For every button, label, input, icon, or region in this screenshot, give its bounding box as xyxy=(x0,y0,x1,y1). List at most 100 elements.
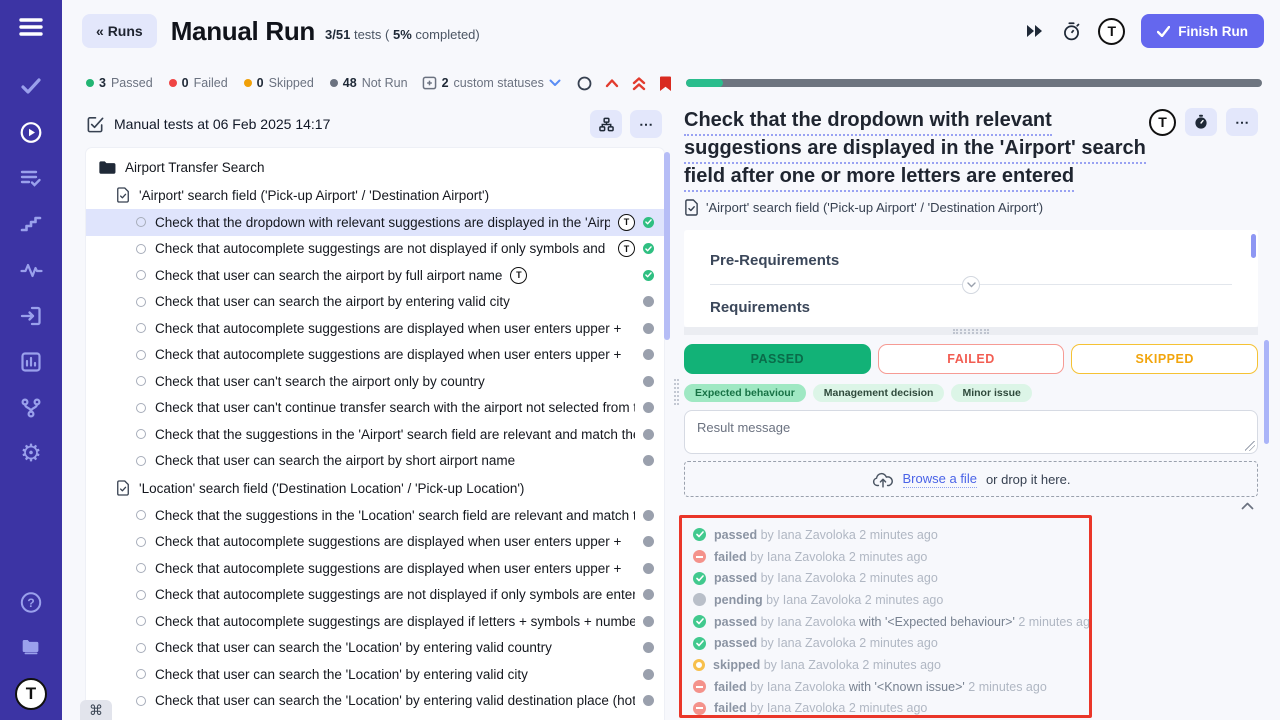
tree-test-row[interactable]: Check that autocomplete suggestions are … xyxy=(86,315,664,342)
tests-check-icon[interactable] xyxy=(19,74,43,98)
priority-normal-icon[interactable] xyxy=(577,76,592,91)
test-breadcrumb[interactable]: 'Airport' search field ('Pick-up Airport… xyxy=(684,199,1272,216)
tree-test-row[interactable]: Check that autocomplete suggestions are … xyxy=(86,342,664,369)
passed-button[interactable]: PASSED xyxy=(684,344,871,374)
history-entry[interactable]: passed by Iana Zavoloka 2 minutes ago xyxy=(693,567,1089,589)
status-dot-icon xyxy=(86,79,94,87)
app-sidebar: ⚙ ? T xyxy=(0,0,62,720)
tree-test-row[interactable]: Check that the dropdown with relevant su… xyxy=(86,209,664,236)
tree-test-row[interactable]: Check that autocomplete suggestings are … xyxy=(86,236,664,263)
test-title-line: suggestions are displayed in the 'Airpor… xyxy=(684,137,1146,164)
test-label: Check that user can search the airport b… xyxy=(155,268,502,283)
tree-test-row[interactable]: Check that user can search the 'Location… xyxy=(86,635,664,662)
tree-test-row[interactable]: Check that autocomplete suggestings are … xyxy=(86,714,664,720)
history-skipped-icon xyxy=(693,659,705,671)
tag-expected-behaviour[interactable]: Expected behaviour xyxy=(684,384,806,402)
history-entry[interactable]: skipped by Iana Zavoloka 2 minutes ago xyxy=(693,654,1089,676)
tree-test-row[interactable]: Check that user can't continue transfer … xyxy=(86,395,664,422)
test-label: Check that user can't continue transfer … xyxy=(155,400,635,415)
page-title: Manual Run xyxy=(171,16,315,47)
menu-icon[interactable] xyxy=(18,16,44,38)
resize-grip[interactable] xyxy=(684,327,1258,335)
tree-view-button[interactable] xyxy=(590,110,622,138)
run-status-bar: 3Passed0Failed0Skipped48Not Run 2 custom… xyxy=(62,66,1280,100)
history-entry[interactable]: failed by Iana Zavoloka 2 minutes ago xyxy=(693,698,1089,719)
resize-handle[interactable] xyxy=(1245,441,1255,451)
runs-play-icon[interactable] xyxy=(19,120,43,144)
progress-completed-segment xyxy=(686,79,723,87)
test-label: Check that autocomplete suggestions are … xyxy=(155,534,621,549)
project-logo[interactable]: T xyxy=(1098,18,1125,45)
file-dropzone[interactable]: Browse a file or drop it here. xyxy=(684,461,1258,497)
tree-test-row[interactable]: Check that user can't search the airport… xyxy=(86,368,664,395)
tree-test-row[interactable]: Check that autocomplete suggestions are … xyxy=(86,529,664,556)
tree-suite-row[interactable]: 'Airport' search field ('Pick-up Airport… xyxy=(86,181,664,209)
priority-blocker-icon[interactable] xyxy=(659,75,672,92)
history-entry[interactable]: failed by Iana Zavoloka with '<Known iss… xyxy=(693,676,1089,698)
back-to-runs-button[interactable]: « Runs xyxy=(82,14,157,48)
tree-test-row[interactable]: Check that the suggestions in the 'Airpo… xyxy=(86,421,664,448)
steps-icon[interactable] xyxy=(19,212,43,236)
browse-file-link[interactable]: Browse a file xyxy=(903,471,977,488)
settings-gear-icon[interactable]: ⚙ xyxy=(19,442,43,466)
skipped-button[interactable]: SKIPPED xyxy=(1071,344,1258,374)
plans-list-check-icon[interactable] xyxy=(19,166,43,190)
test-timer-button[interactable] xyxy=(1185,108,1217,136)
section-divider xyxy=(710,284,1232,285)
tag-minor-issue[interactable]: Minor issue xyxy=(951,384,1031,402)
branches-icon[interactable] xyxy=(19,396,43,420)
custom-statuses-toggle[interactable]: 2 custom statuses xyxy=(422,76,561,90)
help-icon[interactable]: ? xyxy=(19,590,43,614)
timer-icon[interactable] xyxy=(1061,21,1082,42)
automated-test-badge: T xyxy=(618,240,635,257)
tree-test-row[interactable]: Check that user can search the 'Location… xyxy=(86,661,664,688)
notrun-status-icon xyxy=(643,455,654,466)
fast-forward-icon[interactable] xyxy=(1025,23,1045,39)
status-dot-icon xyxy=(330,79,338,87)
tree-suite-row[interactable]: 'Location' search field ('Destination Lo… xyxy=(86,474,664,502)
tree-more-button[interactable]: ⋯ xyxy=(630,110,662,138)
tree-test-row[interactable]: Check that autocomplete suggestions are … xyxy=(86,555,664,582)
failed-button[interactable]: FAILED xyxy=(878,344,1065,374)
test-label: Check that the suggestions in the 'Locat… xyxy=(155,508,635,523)
documents-icon[interactable] xyxy=(19,634,43,658)
collapse-section-toggle[interactable] xyxy=(962,276,980,294)
test-logo-badge[interactable]: T xyxy=(1149,109,1176,136)
test-title[interactable]: Check that the dropdown with relevant su… xyxy=(684,106,1149,190)
tree-test-row[interactable]: Check that user can search the 'Location… xyxy=(86,688,664,715)
history-failed-icon xyxy=(693,550,706,563)
tag-management-decision[interactable]: Management decision xyxy=(813,384,945,402)
history-entry[interactable]: passed by Iana Zavoloka 2 minutes ago xyxy=(693,524,1089,546)
history-entry[interactable]: passed by Iana Zavoloka 2 minutes ago xyxy=(693,632,1089,654)
tree-test-row[interactable]: Check that autocomplete suggestings are … xyxy=(86,582,664,609)
testomat-logo[interactable]: T xyxy=(15,678,47,710)
pulse-icon[interactable] xyxy=(19,258,43,282)
test-bullet-icon xyxy=(136,696,146,706)
priority-high-icon[interactable] xyxy=(605,78,619,88)
result-message-input[interactable]: Result message xyxy=(684,410,1258,454)
plus-box-icon xyxy=(422,76,437,90)
history-entry[interactable]: failed by Iana Zavoloka 2 minutes ago xyxy=(693,546,1089,568)
tree-test-row[interactable]: Check that autocomplete suggestings are … xyxy=(86,608,664,635)
history-entry[interactable]: passed by Iana Zavoloka with '<Expected … xyxy=(693,611,1089,633)
priority-critical-icon[interactable] xyxy=(632,76,646,91)
history-entry[interactable]: pending by Iana Zavoloka 2 minutes ago xyxy=(693,589,1089,611)
test-more-button[interactable]: ⋯ xyxy=(1226,108,1258,136)
passed-status-icon xyxy=(643,270,654,281)
tree-test-row[interactable]: Check that user can search the airport b… xyxy=(86,289,664,316)
notrun-status-icon xyxy=(643,376,654,387)
tree-test-row[interactable]: Check that user can search the airport b… xyxy=(86,262,664,289)
suite-doc-icon xyxy=(684,199,699,216)
import-icon[interactable] xyxy=(19,304,43,328)
finish-run-button[interactable]: Finish Run xyxy=(1141,14,1264,48)
tree-folder-row[interactable]: Airport Transfer Search xyxy=(86,153,664,181)
tree-test-row[interactable]: Check that user can search the airport b… xyxy=(86,448,664,475)
detail-scrollbar-thumb[interactable] xyxy=(1264,340,1269,444)
test-label: Check that autocomplete suggestions are … xyxy=(155,561,621,576)
chevron-up-icon[interactable] xyxy=(1241,502,1254,510)
status-count-item: 0Failed xyxy=(169,76,228,90)
command-shortcut-badge[interactable]: ⌘ xyxy=(80,700,112,720)
card-scrollbar-thumb[interactable] xyxy=(1251,234,1256,258)
reports-chart-icon[interactable] xyxy=(19,350,43,374)
tree-test-row[interactable]: Check that the suggestions in the 'Locat… xyxy=(86,502,664,529)
